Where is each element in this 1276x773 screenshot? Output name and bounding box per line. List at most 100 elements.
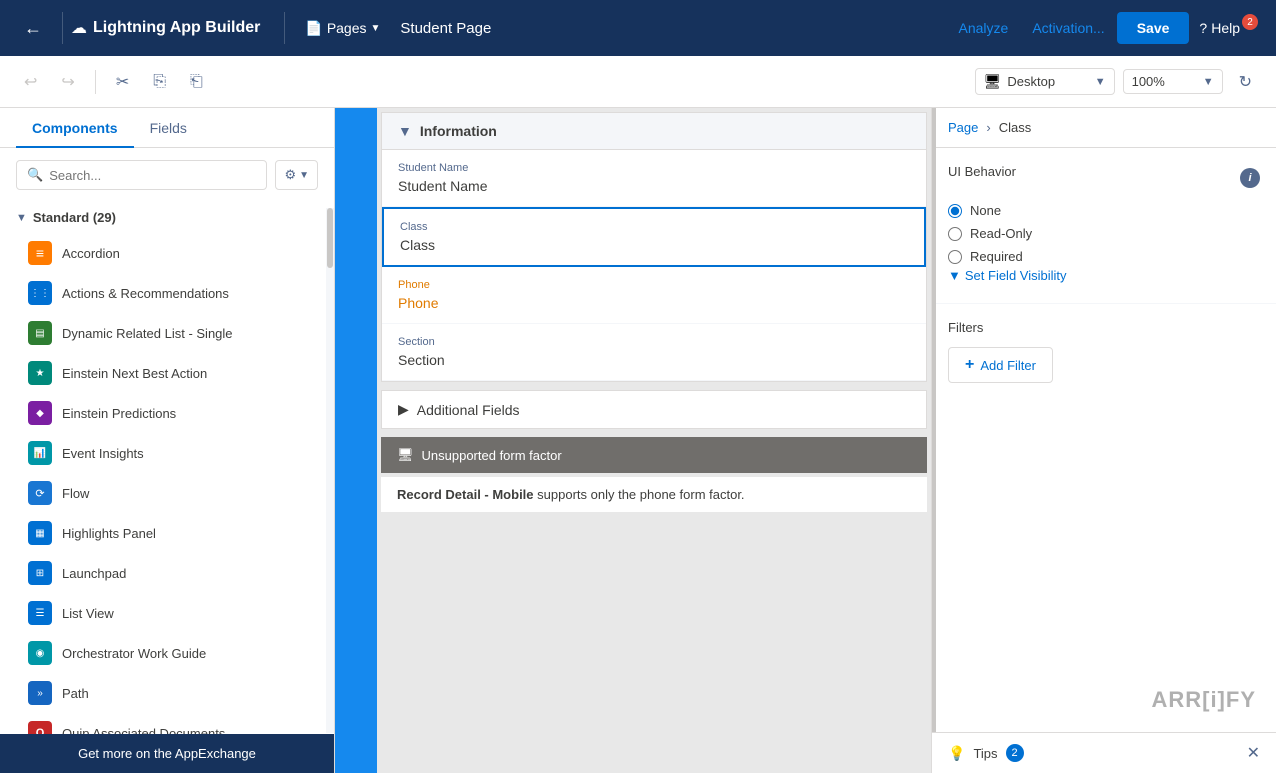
radio-required[interactable]: Required <box>948 249 1260 264</box>
arrify-logo: ARR[i]FY <box>1151 687 1256 713</box>
list-item[interactable]: Q Quip Associated Documents <box>0 713 334 734</box>
list-item[interactable]: ◉ Orchestrator Work Guide <box>0 633 334 673</box>
app-icon: ☁ <box>71 18 87 38</box>
search-input-wrap[interactable]: 🔍 <box>16 160 267 190</box>
activation-button[interactable]: Activation... <box>1020 12 1116 44</box>
component-name: Actions & Recommendations <box>62 286 229 301</box>
list-item[interactable]: 📊 Event Insights <box>0 433 334 473</box>
plus-icon: + <box>965 356 974 374</box>
info-icon[interactable]: i <box>1240 168 1260 188</box>
redo-button[interactable]: ↪ <box>53 66 82 98</box>
additional-fields-label: Additional Fields <box>417 402 520 418</box>
student-name-value: Student Name <box>398 178 910 194</box>
additional-fields-expand-icon: ▶ <box>398 401 409 418</box>
device-selector[interactable]: 🖥 Desktop ▼ <box>975 68 1115 95</box>
right-panel-header: Page › Class <box>932 108 1276 148</box>
radio-readonly[interactable]: Read-Only <box>948 226 1260 241</box>
section-value: Section <box>398 352 910 368</box>
form-fields: Student Name Student Name Class Class Ph… <box>382 150 926 381</box>
set-visibility-chevron-icon: ▼ <box>948 268 961 283</box>
class-label: Class <box>400 221 908 233</box>
copy-button[interactable]: ⎘ <box>145 67 174 97</box>
field-phone[interactable]: Phone Phone <box>382 267 926 324</box>
sidebar-search-area: 🔍 ⚙ ▼ <box>0 148 334 202</box>
component-name: Einstein Next Best Action <box>62 366 207 381</box>
zoom-selector[interactable]: 100% ▼ <box>1123 69 1223 94</box>
list-item[interactable]: ▤ Dynamic Related List - Single <box>0 313 334 353</box>
field-class[interactable]: Class Class <box>382 207 926 267</box>
get-more-bar[interactable]: Get more on the AppExchange <box>0 734 334 773</box>
radio-required-input[interactable] <box>948 250 962 264</box>
add-filter-button[interactable]: + Add Filter <box>948 347 1053 383</box>
help-button[interactable]: ? Help 2 <box>1189 12 1260 44</box>
additional-fields-header[interactable]: ▶ Additional Fields <box>382 391 926 428</box>
flow-icon: ⟳ <box>28 481 52 505</box>
section-header-standard[interactable]: ▼ Standard (29) <box>0 202 334 233</box>
section-label: Standard (29) <box>33 210 116 225</box>
component-name: Einstein Predictions <box>62 406 176 421</box>
radio-group-ui-behavior: None Read-Only Required <box>948 203 1260 264</box>
radio-none-input[interactable] <box>948 204 962 218</box>
field-section[interactable]: Section Section <box>382 324 926 381</box>
launchpad-icon: ⊞ <box>28 561 52 585</box>
tips-label: Tips <box>973 746 997 761</box>
list-item[interactable]: ⟳ Flow <box>0 473 334 513</box>
radio-readonly-input[interactable] <box>948 227 962 241</box>
radio-none[interactable]: None <box>948 203 1260 218</box>
list-item[interactable]: ⋮⋮ Actions & Recommendations <box>0 273 334 313</box>
nav-divider <box>62 12 63 44</box>
tips-close-button[interactable]: ✕ <box>1247 743 1260 763</box>
sidebar-scrollbar-thumb[interactable] <box>327 208 333 268</box>
filters-title: Filters <box>948 320 1260 335</box>
save-button[interactable]: Save <box>1117 12 1190 44</box>
class-value: Class <box>400 237 908 253</box>
component-name: Orchestrator Work Guide <box>62 646 206 661</box>
top-navigation: ← ☁ Lightning App Builder 📄 Pages ▼ Stud… <box>0 0 1276 56</box>
cut-button[interactable]: ✂ <box>108 66 137 98</box>
pages-dropdown-button[interactable]: 📄 Pages ▼ <box>293 12 392 45</box>
list-item[interactable]: ☰ List View <box>0 593 334 633</box>
gear-button[interactable]: ⚙ ▼ <box>275 160 318 190</box>
add-filter-label: Add Filter <box>980 358 1036 373</box>
ui-behavior-title: UI Behavior <box>948 164 1016 179</box>
list-item[interactable]: » Path <box>0 673 334 713</box>
canvas-content: ▼ Information Student Name Student Name … <box>377 108 931 773</box>
undo-button[interactable]: ↩ <box>16 66 45 98</box>
unsupported-note-product: Record Detail - Mobile <box>397 487 534 502</box>
list-item[interactable]: ⊞ Launchpad <box>0 553 334 593</box>
help-badge: 2 <box>1242 14 1258 30</box>
breadcrumb-page[interactable]: Page <box>948 120 978 135</box>
set-field-visibility-button[interactable]: ▼ Set Field Visibility <box>948 264 1067 287</box>
additional-fields-section: ▶ Additional Fields <box>381 390 927 429</box>
list-item[interactable]: ◆ Einstein Predictions <box>0 393 334 433</box>
tab-components[interactable]: Components <box>16 108 134 148</box>
component-name: Quip Associated Documents <box>62 726 225 735</box>
toolbar: ↩ ↪ ✂ ⎘ ⎗ 🖥 Desktop ▼ 100% ▼ ↻ <box>0 56 1276 108</box>
actions-icon: ⋮⋮ <box>28 281 52 305</box>
back-button[interactable]: ← <box>12 10 54 47</box>
list-item[interactable]: ≡ Accordion <box>0 233 334 273</box>
nav-divider-2 <box>284 12 285 44</box>
refresh-button[interactable]: ↻ <box>1231 66 1260 98</box>
unsupported-bar: 🖥 Unsupported form factor <box>381 437 927 473</box>
list-item[interactable]: ★ Einstein Next Best Action <box>0 353 334 393</box>
analyze-button[interactable]: Analyze <box>947 12 1021 44</box>
field-student-name[interactable]: Student Name Student Name <box>382 150 926 207</box>
search-input[interactable] <box>49 168 256 183</box>
radio-readonly-label: Read-Only <box>970 226 1032 241</box>
list-item[interactable]: ▦ Highlights Panel <box>0 513 334 553</box>
tips-badge: 2 <box>1006 744 1024 762</box>
information-header[interactable]: ▼ Information <box>382 113 926 150</box>
set-visibility-label: Set Field Visibility <box>965 268 1067 283</box>
dynamic-list-icon: ▤ <box>28 321 52 345</box>
resize-handle[interactable] <box>932 108 936 773</box>
device-label: Desktop <box>1007 74 1088 89</box>
gear-icon: ⚙ <box>284 167 296 183</box>
right-panel: Page › Class UI Behavior i None Read-Onl… <box>931 108 1276 773</box>
canvas-stripe <box>335 108 377 773</box>
sidebar-scrollbar-track[interactable] <box>326 208 334 733</box>
breadcrumb-separator: › <box>986 120 990 135</box>
component-name: Launchpad <box>62 566 126 581</box>
tab-fields[interactable]: Fields <box>134 108 203 148</box>
paste-button[interactable]: ⎗ <box>182 67 211 97</box>
